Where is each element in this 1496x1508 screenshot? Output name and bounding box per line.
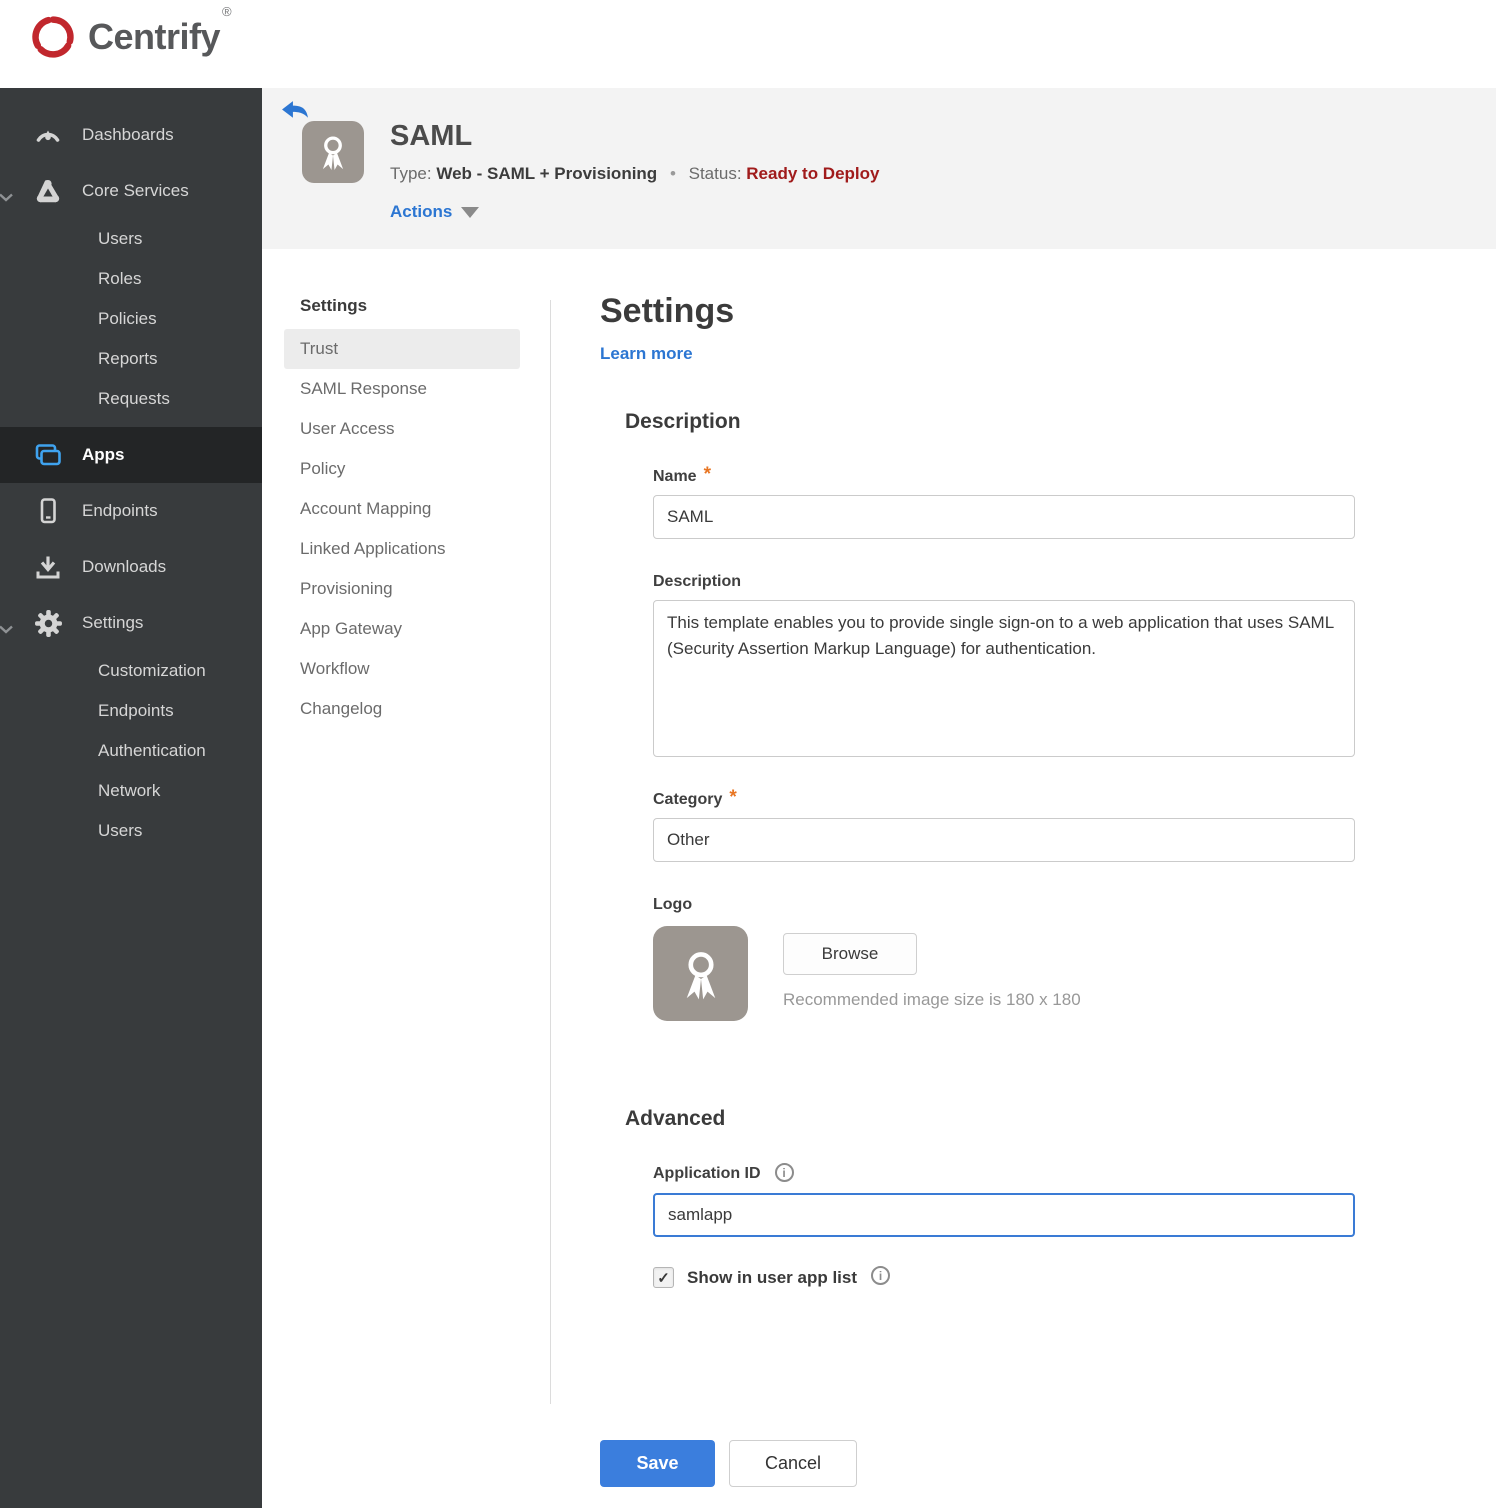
advanced-section-title: Advanced bbox=[625, 1107, 726, 1130]
app-header: SAML Type: Web - SAML + Provisioning • S… bbox=[262, 88, 1496, 249]
actions-label: Actions bbox=[390, 202, 453, 221]
show-in-app-list-checkbox[interactable]: ✓ bbox=[653, 1267, 674, 1288]
logo-field-label: Logo bbox=[653, 896, 693, 913]
info-icon[interactable]: i bbox=[774, 1163, 794, 1182]
chevron-down-icon bbox=[461, 206, 480, 218]
logo-preview bbox=[653, 926, 748, 1021]
sidebar-item-endpoints-settings[interactable]: Endpoints bbox=[0, 691, 262, 731]
name-field-label: Name * bbox=[653, 464, 711, 485]
back-arrow-icon[interactable] bbox=[281, 100, 309, 124]
top-bar: Centrify® bbox=[0, 0, 1496, 88]
subnav-item-app-gateway[interactable]: App Gateway bbox=[284, 609, 520, 649]
application-id-label: Application ID i bbox=[653, 1163, 1370, 1184]
required-asterisk: * bbox=[703, 464, 711, 485]
core-services-icon bbox=[33, 176, 63, 206]
learn-more-link[interactable]: Learn more bbox=[600, 344, 693, 364]
sidebar-item-users[interactable]: Users bbox=[0, 219, 262, 259]
subnav-item-provisioning[interactable]: Provisioning bbox=[284, 569, 520, 609]
sidebar-item-authentication[interactable]: Authentication bbox=[0, 731, 262, 771]
page-title: Settings bbox=[600, 292, 735, 330]
name-input[interactable] bbox=[653, 495, 1355, 539]
sidebar-item-label: Downloads bbox=[82, 557, 167, 576]
award-ribbon-icon bbox=[686, 951, 715, 999]
sidebar-item-customization[interactable]: Customization bbox=[0, 651, 262, 691]
sidebar-item-downloads[interactable]: Downloads bbox=[0, 539, 262, 595]
cancel-button[interactable]: Cancel bbox=[729, 1440, 857, 1487]
vertical-divider bbox=[550, 300, 551, 1404]
brand-name: Centrify bbox=[88, 16, 221, 57]
form-footer: Save Cancel bbox=[600, 1440, 857, 1487]
sidebar-item-network[interactable]: Network bbox=[0, 771, 262, 811]
sidebar-item-requests[interactable]: Requests bbox=[0, 379, 262, 419]
sidebar-item-reports[interactable]: Reports bbox=[0, 339, 262, 379]
chevron-down-icon[interactable] bbox=[0, 619, 13, 639]
subnav-item-user-access[interactable]: User Access bbox=[284, 409, 520, 449]
sidebar-item-label: Endpoints bbox=[82, 501, 158, 520]
checkbox-check-icon: ✓ bbox=[657, 1269, 670, 1287]
subnav-item-account-mapping[interactable]: Account Mapping bbox=[284, 489, 520, 529]
info-icon[interactable]: i bbox=[871, 1266, 891, 1285]
subnav-item-policy[interactable]: Policy bbox=[284, 449, 520, 489]
category-field-label: Category * bbox=[653, 787, 737, 808]
status-label: Status: bbox=[688, 164, 742, 183]
app-title: SAML bbox=[390, 120, 473, 152]
chevron-down-icon[interactable] bbox=[0, 187, 13, 207]
brand-registered-mark: ® bbox=[222, 4, 232, 19]
type-label: Type: bbox=[390, 164, 432, 183]
mobile-device-icon bbox=[33, 496, 63, 526]
sidebar-item-settings[interactable]: Settings bbox=[0, 595, 262, 651]
sidebar-item-dashboards[interactable]: Dashboards bbox=[0, 107, 262, 163]
gauge-icon bbox=[33, 120, 63, 150]
sidebar-item-label: Settings bbox=[82, 613, 144, 632]
sidebar-item-users-settings[interactable]: Users bbox=[0, 811, 262, 851]
subnav-item-trust[interactable]: Trust bbox=[284, 329, 520, 369]
settings-panel: Settings Learn more Description Name * D… bbox=[600, 292, 1370, 1288]
app-meta: Type: Web - SAML + Provisioning • Status… bbox=[390, 164, 879, 184]
type-value: Web - SAML + Provisioning bbox=[436, 164, 658, 183]
sidebar-item-label: Apps bbox=[82, 445, 125, 464]
subnav-item-changelog[interactable]: Changelog bbox=[284, 689, 520, 729]
required-asterisk: * bbox=[729, 787, 737, 808]
sidebar-item-roles[interactable]: Roles bbox=[0, 259, 262, 299]
application-id-input[interactable] bbox=[653, 1193, 1355, 1237]
browse-button[interactable]: Browse bbox=[783, 933, 917, 975]
subnav-item-linked-applications[interactable]: Linked Applications bbox=[284, 529, 520, 569]
save-button[interactable]: Save bbox=[600, 1440, 715, 1487]
award-ribbon-icon bbox=[322, 136, 344, 171]
sidebar-item-label: Core Services bbox=[82, 181, 189, 200]
status-badge: Ready to Deploy bbox=[746, 164, 880, 183]
description-textarea[interactable]: This template enables you to provide sin… bbox=[653, 600, 1355, 757]
sidebar-item-apps[interactable]: Apps bbox=[0, 427, 262, 483]
subnav-item-workflow[interactable]: Workflow bbox=[284, 649, 520, 689]
settings-subnav: Settings Trust SAML Response User Access… bbox=[284, 296, 520, 729]
meta-separator: • bbox=[669, 164, 676, 183]
show-in-app-list-label: Show in user app list bbox=[687, 1267, 858, 1287]
app-logo bbox=[302, 121, 364, 183]
sidebar-item-endpoints[interactable]: Endpoints bbox=[0, 483, 262, 539]
logo-size-hint: Recommended image size is 180 x 180 bbox=[783, 990, 1081, 1009]
sidebar-item-policies[interactable]: Policies bbox=[0, 299, 262, 339]
subnav-title: Settings bbox=[300, 296, 368, 315]
download-icon bbox=[33, 552, 63, 582]
actions-dropdown[interactable]: Actions bbox=[390, 202, 480, 222]
category-input[interactable] bbox=[653, 818, 1355, 862]
apps-icon bbox=[33, 440, 63, 470]
description-section-title: Description bbox=[625, 410, 741, 433]
sidebar-item-core-services[interactable]: Core Services bbox=[0, 163, 262, 219]
sidebar: Dashboards Core Services Users Roles Pol… bbox=[0, 88, 262, 1508]
centrify-logo: Centrify® bbox=[28, 4, 232, 62]
description-field-label: Description bbox=[653, 573, 742, 590]
subnav-item-saml-response[interactable]: SAML Response bbox=[284, 369, 520, 409]
gear-icon bbox=[33, 608, 63, 638]
centrify-swirl-icon bbox=[32, 16, 74, 58]
sidebar-item-label: Dashboards bbox=[82, 125, 174, 144]
